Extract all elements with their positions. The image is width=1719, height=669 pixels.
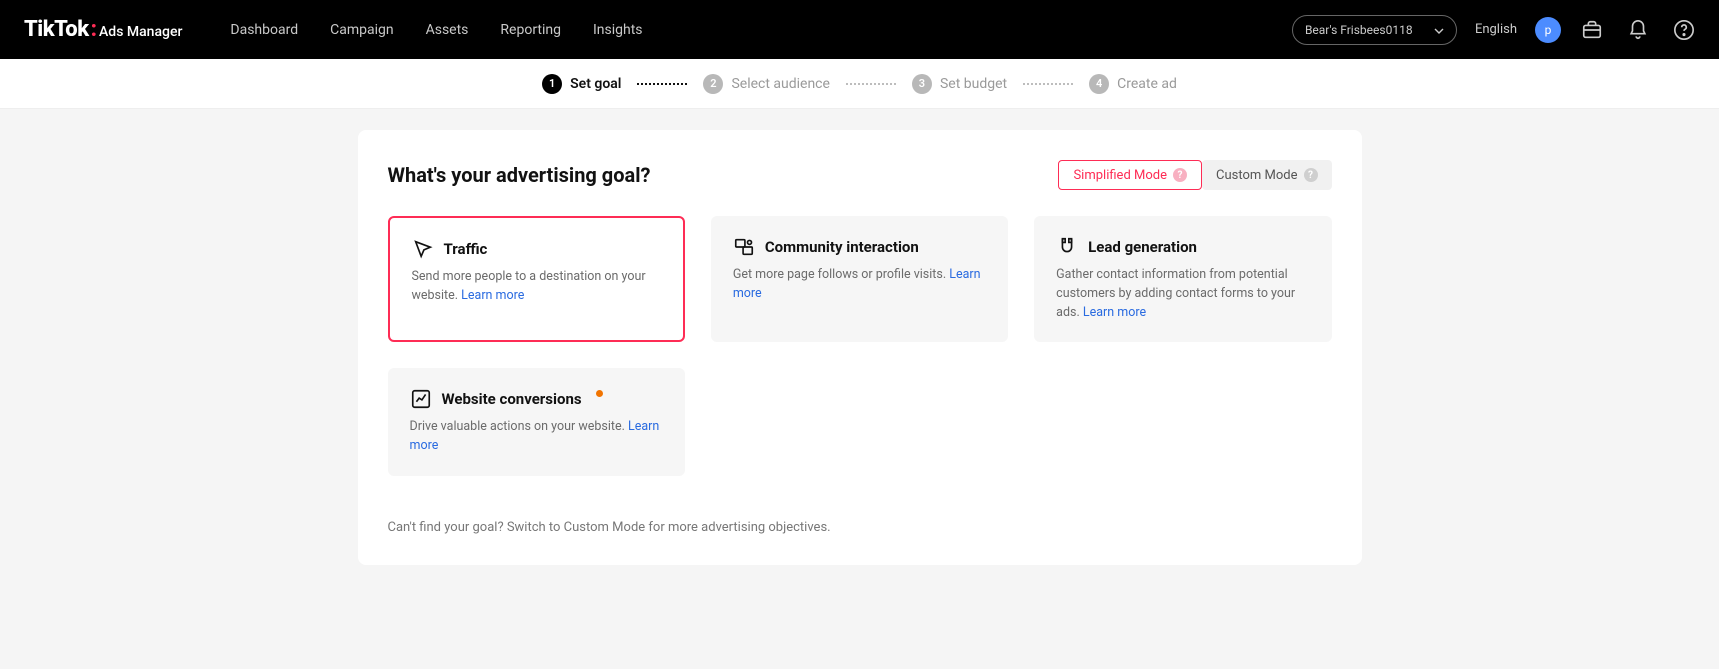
goal-grid: Traffic Send more people to a destinatio… xyxy=(388,216,1332,476)
account-name: Bear's Frisbees0118 xyxy=(1305,23,1413,37)
learn-more-link[interactable]: Learn more xyxy=(461,288,524,303)
bell-icon[interactable] xyxy=(1627,19,1649,41)
chart-up-icon xyxy=(410,388,432,410)
brand-colon: : xyxy=(91,17,97,42)
briefcase-icon[interactable] xyxy=(1581,19,1603,41)
step-label: Set goal xyxy=(570,76,621,92)
brand-main: TikTok xyxy=(24,17,89,42)
help-badge-icon: ? xyxy=(1173,168,1187,182)
step-label: Create ad xyxy=(1117,76,1177,92)
help-badge-icon: ? xyxy=(1304,168,1318,182)
mode-custom-button[interactable]: Custom Mode ? xyxy=(1202,160,1332,190)
nav-dashboard[interactable]: Dashboard xyxy=(230,22,298,38)
step-set-budget[interactable]: 3 Set budget xyxy=(912,74,1007,94)
goal-title: Community interaction xyxy=(765,238,919,256)
help-icon[interactable] xyxy=(1673,19,1695,41)
goal-lead-generation[interactable]: Lead generation Gather contact informati… xyxy=(1034,216,1331,342)
goal-traffic[interactable]: Traffic Send more people to a destinatio… xyxy=(388,216,685,342)
goal-community-interaction[interactable]: Community interaction Get more page foll… xyxy=(711,216,1008,342)
new-indicator-dot-icon xyxy=(596,390,603,397)
card-header: What's your advertising goal? Simplified… xyxy=(388,160,1332,190)
step-separator xyxy=(1023,83,1073,85)
avatar-letter: p xyxy=(1545,23,1552,37)
goal-title: Lead generation xyxy=(1088,238,1197,256)
step-label: Select audience xyxy=(731,76,830,92)
goal-description: Send more people to a destination on you… xyxy=(412,268,661,306)
top-header: TikTok: Ads Manager Dashboard Campaign A… xyxy=(0,0,1719,59)
goal-description: Drive valuable actions on your website. … xyxy=(410,418,663,456)
goal-card: What's your advertising goal? Simplified… xyxy=(358,130,1362,565)
step-separator xyxy=(846,83,896,85)
mode-toggle: Simplified Mode ? Custom Mode ? xyxy=(1058,160,1331,190)
chevron-down-icon xyxy=(1434,25,1444,35)
nav-campaign[interactable]: Campaign xyxy=(330,22,393,38)
goal-website-conversions[interactable]: Website conversions Drive valuable actio… xyxy=(388,368,685,476)
nav-reporting[interactable]: Reporting xyxy=(500,22,561,38)
step-number: 4 xyxy=(1089,74,1109,94)
mode-label: Simplified Mode xyxy=(1073,168,1167,183)
nav-assets[interactable]: Assets xyxy=(426,22,469,38)
magnet-icon xyxy=(1056,236,1078,258)
step-number: 1 xyxy=(542,74,562,94)
account-selector[interactable]: Bear's Frisbees0118 xyxy=(1292,15,1457,45)
community-icon xyxy=(733,236,755,258)
goal-title: Website conversions xyxy=(442,390,582,408)
user-avatar[interactable]: p xyxy=(1535,17,1561,43)
goal-description: Get more page follows or profile visits.… xyxy=(733,266,986,304)
goal-description: Gather contact information from potentia… xyxy=(1056,266,1309,322)
wizard-steps: 1 Set goal 2 Select audience 3 Set budge… xyxy=(0,59,1719,109)
step-separator xyxy=(637,83,687,85)
cursor-arrow-icon xyxy=(412,238,434,260)
mode-simplified-button[interactable]: Simplified Mode ? xyxy=(1058,160,1202,190)
step-select-audience[interactable]: 2 Select audience xyxy=(703,74,830,94)
step-set-goal[interactable]: 1 Set goal xyxy=(542,74,621,94)
step-label: Set budget xyxy=(940,76,1007,92)
learn-more-link[interactable]: Learn more xyxy=(1083,305,1146,320)
top-nav: Dashboard Campaign Assets Reporting Insi… xyxy=(230,22,642,38)
nav-insights[interactable]: Insights xyxy=(593,22,643,38)
step-create-ad[interactable]: 4 Create ad xyxy=(1089,74,1177,94)
goal-footnote: Can't find your goal? Switch to Custom M… xyxy=(388,520,1332,535)
brand-sub: Ads Manager xyxy=(99,24,182,40)
language-selector[interactable]: English xyxy=(1475,22,1517,37)
goal-title: Traffic xyxy=(444,240,488,258)
step-number: 2 xyxy=(703,74,723,94)
mode-label: Custom Mode xyxy=(1216,168,1298,183)
page-title: What's your advertising goal? xyxy=(388,163,651,187)
brand-logo: TikTok: Ads Manager xyxy=(24,17,182,42)
step-number: 3 xyxy=(912,74,932,94)
